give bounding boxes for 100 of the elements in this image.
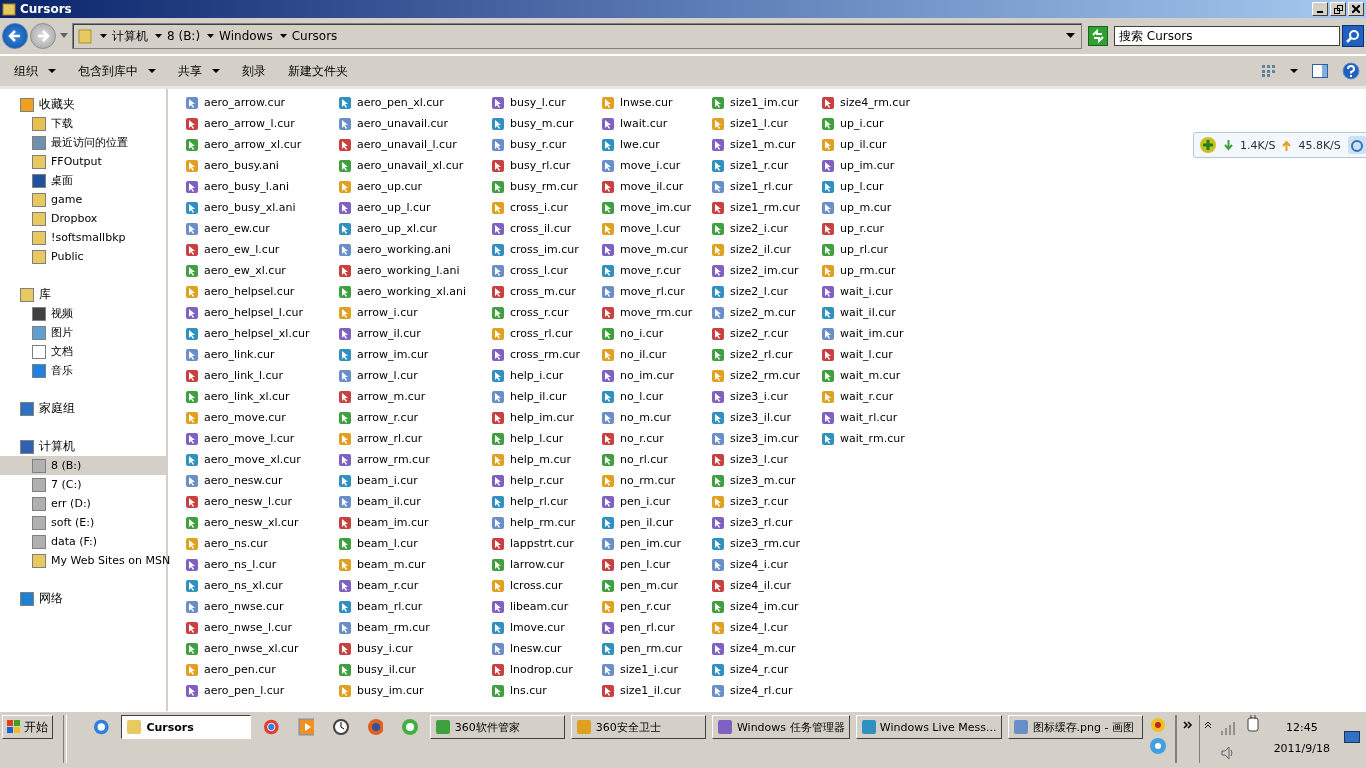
toolbar-button[interactable]: 组织: [6, 58, 64, 84]
close-button[interactable]: [1348, 2, 1364, 16]
file-item[interactable]: aero_link_l.cur: [185, 365, 338, 386]
search-field[interactable]: 搜索 Cursors: [1114, 26, 1340, 46]
file-item[interactable]: up_rm.cur: [821, 260, 931, 281]
file-item[interactable]: aero_ew_l.cur: [185, 239, 338, 260]
file-item[interactable]: beam_i.cur: [338, 470, 491, 491]
file-item[interactable]: up_il.cur: [821, 134, 931, 155]
file-item[interactable]: size3_im.cur: [711, 428, 821, 449]
sidebar-item[interactable]: 8 (B:): [0, 456, 166, 475]
file-item[interactable]: aero_nesw_xl.cur: [185, 512, 338, 533]
file-item[interactable]: pen_rm.cur: [601, 638, 711, 659]
file-item[interactable]: size4_il.cur: [711, 575, 821, 596]
file-item[interactable]: cross_m.cur: [491, 281, 601, 302]
toolbar-button[interactable]: 刻录: [234, 58, 274, 84]
file-item[interactable]: help_l.cur: [491, 428, 601, 449]
file-item[interactable]: wait_r.cur: [821, 386, 931, 407]
file-item[interactable]: pen_m.cur: [601, 575, 711, 596]
file-item[interactable]: beam_l.cur: [338, 533, 491, 554]
file-item[interactable]: aero_nesw.cur: [185, 470, 338, 491]
clock[interactable]: 12:45 2011/9/18: [1267, 715, 1337, 755]
ftp-icon[interactable]: [1148, 715, 1167, 733]
file-item[interactable]: lmove.cur: [491, 617, 601, 638]
sidebar-item[interactable]: FFOutput: [0, 152, 166, 171]
file-item[interactable]: move_rl.cur: [601, 281, 711, 302]
file-item[interactable]: wait_rm.cur: [821, 428, 931, 449]
caret-icon[interactable]: [1290, 68, 1298, 74]
file-item[interactable]: size2_r.cur: [711, 323, 821, 344]
breadcrumb[interactable]: Cursors: [291, 29, 338, 43]
file-item[interactable]: lappstrt.cur: [491, 533, 601, 554]
file-item[interactable]: beam_rm.cur: [338, 617, 491, 638]
sidebar-group[interactable]: 网络: [0, 589, 166, 608]
taskbar-button[interactable]: 360软件管家: [429, 715, 565, 739]
file-item[interactable]: busy_rl.cur: [491, 155, 601, 176]
file-item[interactable]: move_l.cur: [601, 218, 711, 239]
file-item[interactable]: busy_m.cur: [491, 113, 601, 134]
file-item[interactable]: lnwse.cur: [601, 92, 711, 113]
file-item[interactable]: pen_i.cur: [601, 491, 711, 512]
file-item[interactable]: aero_busy.ani: [185, 155, 338, 176]
file-item[interactable]: aero_helpsel_xl.cur: [185, 323, 338, 344]
file-item[interactable]: help_i.cur: [491, 365, 601, 386]
file-item[interactable]: aero_link.cur: [185, 344, 338, 365]
file-item[interactable]: aero_up.cur: [338, 176, 491, 197]
file-item[interactable]: up_i.cur: [821, 113, 931, 134]
file-item[interactable]: wait_im.cur: [821, 323, 931, 344]
file-item[interactable]: size2_l.cur: [711, 281, 821, 302]
file-item[interactable]: cross_rl.cur: [491, 323, 601, 344]
file-item[interactable]: arrow_rl.cur: [338, 428, 491, 449]
file-item[interactable]: busy_rm.cur: [491, 176, 601, 197]
file-item[interactable]: aero_pen.cur: [185, 659, 338, 680]
file-item[interactable]: size4_rl.cur: [711, 680, 821, 701]
file-item[interactable]: size3_i.cur: [711, 386, 821, 407]
taskbar-button[interactable]: 图标缓存.png - 画图: [1007, 715, 1143, 739]
file-item[interactable]: aero_move_xl.cur: [185, 449, 338, 470]
file-item[interactable]: aero_move.cur: [185, 407, 338, 428]
file-item[interactable]: aero_nwse_xl.cur: [185, 638, 338, 659]
sidebar-group[interactable]: 家庭组: [0, 399, 166, 418]
taskbar-button[interactable]: 360安全卫士: [570, 715, 706, 739]
file-item[interactable]: pen_l.cur: [601, 554, 711, 575]
sidebar-item[interactable]: 7 (C:): [0, 475, 166, 494]
file-item[interactable]: aero_pen_xl.cur: [338, 92, 491, 113]
file-item[interactable]: arrow_r.cur: [338, 407, 491, 428]
file-item[interactable]: up_m.cur: [821, 197, 931, 218]
file-item[interactable]: size1_m.cur: [711, 134, 821, 155]
sidebar-item[interactable]: Dropbox: [0, 209, 166, 228]
sidebar-item[interactable]: err (D:): [0, 494, 166, 513]
file-item[interactable]: size3_il.cur: [711, 407, 821, 428]
sidebar-item[interactable]: !softsmallbkp: [0, 228, 166, 247]
back-button[interactable]: [2, 23, 28, 49]
breadcrumb[interactable]: 8 (B:): [167, 29, 201, 43]
file-item[interactable]: size2_rm.cur: [711, 365, 821, 386]
file-item[interactable]: move_il.cur: [601, 176, 711, 197]
file-item[interactable]: wait_rl.cur: [821, 407, 931, 428]
file-item[interactable]: aero_link_xl.cur: [185, 386, 338, 407]
refresh-button[interactable]: [1088, 26, 1108, 46]
caret-icon[interactable]: [207, 33, 215, 39]
caret-icon[interactable]: [155, 33, 162, 39]
sidebar-item[interactable]: 音乐: [0, 361, 166, 380]
sidebar-item[interactable]: 图片: [0, 323, 166, 342]
file-item[interactable]: pen_r.cur: [601, 596, 711, 617]
file-item[interactable]: pen_il.cur: [601, 512, 711, 533]
file-item[interactable]: move_r.cur: [601, 260, 711, 281]
file-item[interactable]: arrow_l.cur: [338, 365, 491, 386]
file-item[interactable]: aero_ns_xl.cur: [185, 575, 338, 596]
file-item[interactable]: up_rl.cur: [821, 239, 931, 260]
file-item[interactable]: aero_arrow_l.cur: [185, 113, 338, 134]
file-item[interactable]: size1_im.cur: [711, 92, 821, 113]
file-item[interactable]: beam_im.cur: [338, 512, 491, 533]
file-item[interactable]: aero_busy_xl.ani: [185, 197, 338, 218]
file-item[interactable]: size1_il.cur: [601, 680, 711, 701]
file-item[interactable]: help_m.cur: [491, 449, 601, 470]
sidebar-item[interactable]: 文档: [0, 342, 166, 361]
file-item[interactable]: aero_working_l.ani: [338, 260, 491, 281]
file-item[interactable]: larrow.cur: [491, 554, 601, 575]
file-item[interactable]: aero_up_l.cur: [338, 197, 491, 218]
file-item[interactable]: arrow_i.cur: [338, 302, 491, 323]
breadcrumb[interactable]: 计算机: [112, 27, 148, 45]
file-item[interactable]: busy_l.cur: [491, 92, 601, 113]
file-item[interactable]: busy_i.cur: [338, 638, 491, 659]
search-button[interactable]: [1342, 25, 1364, 47]
